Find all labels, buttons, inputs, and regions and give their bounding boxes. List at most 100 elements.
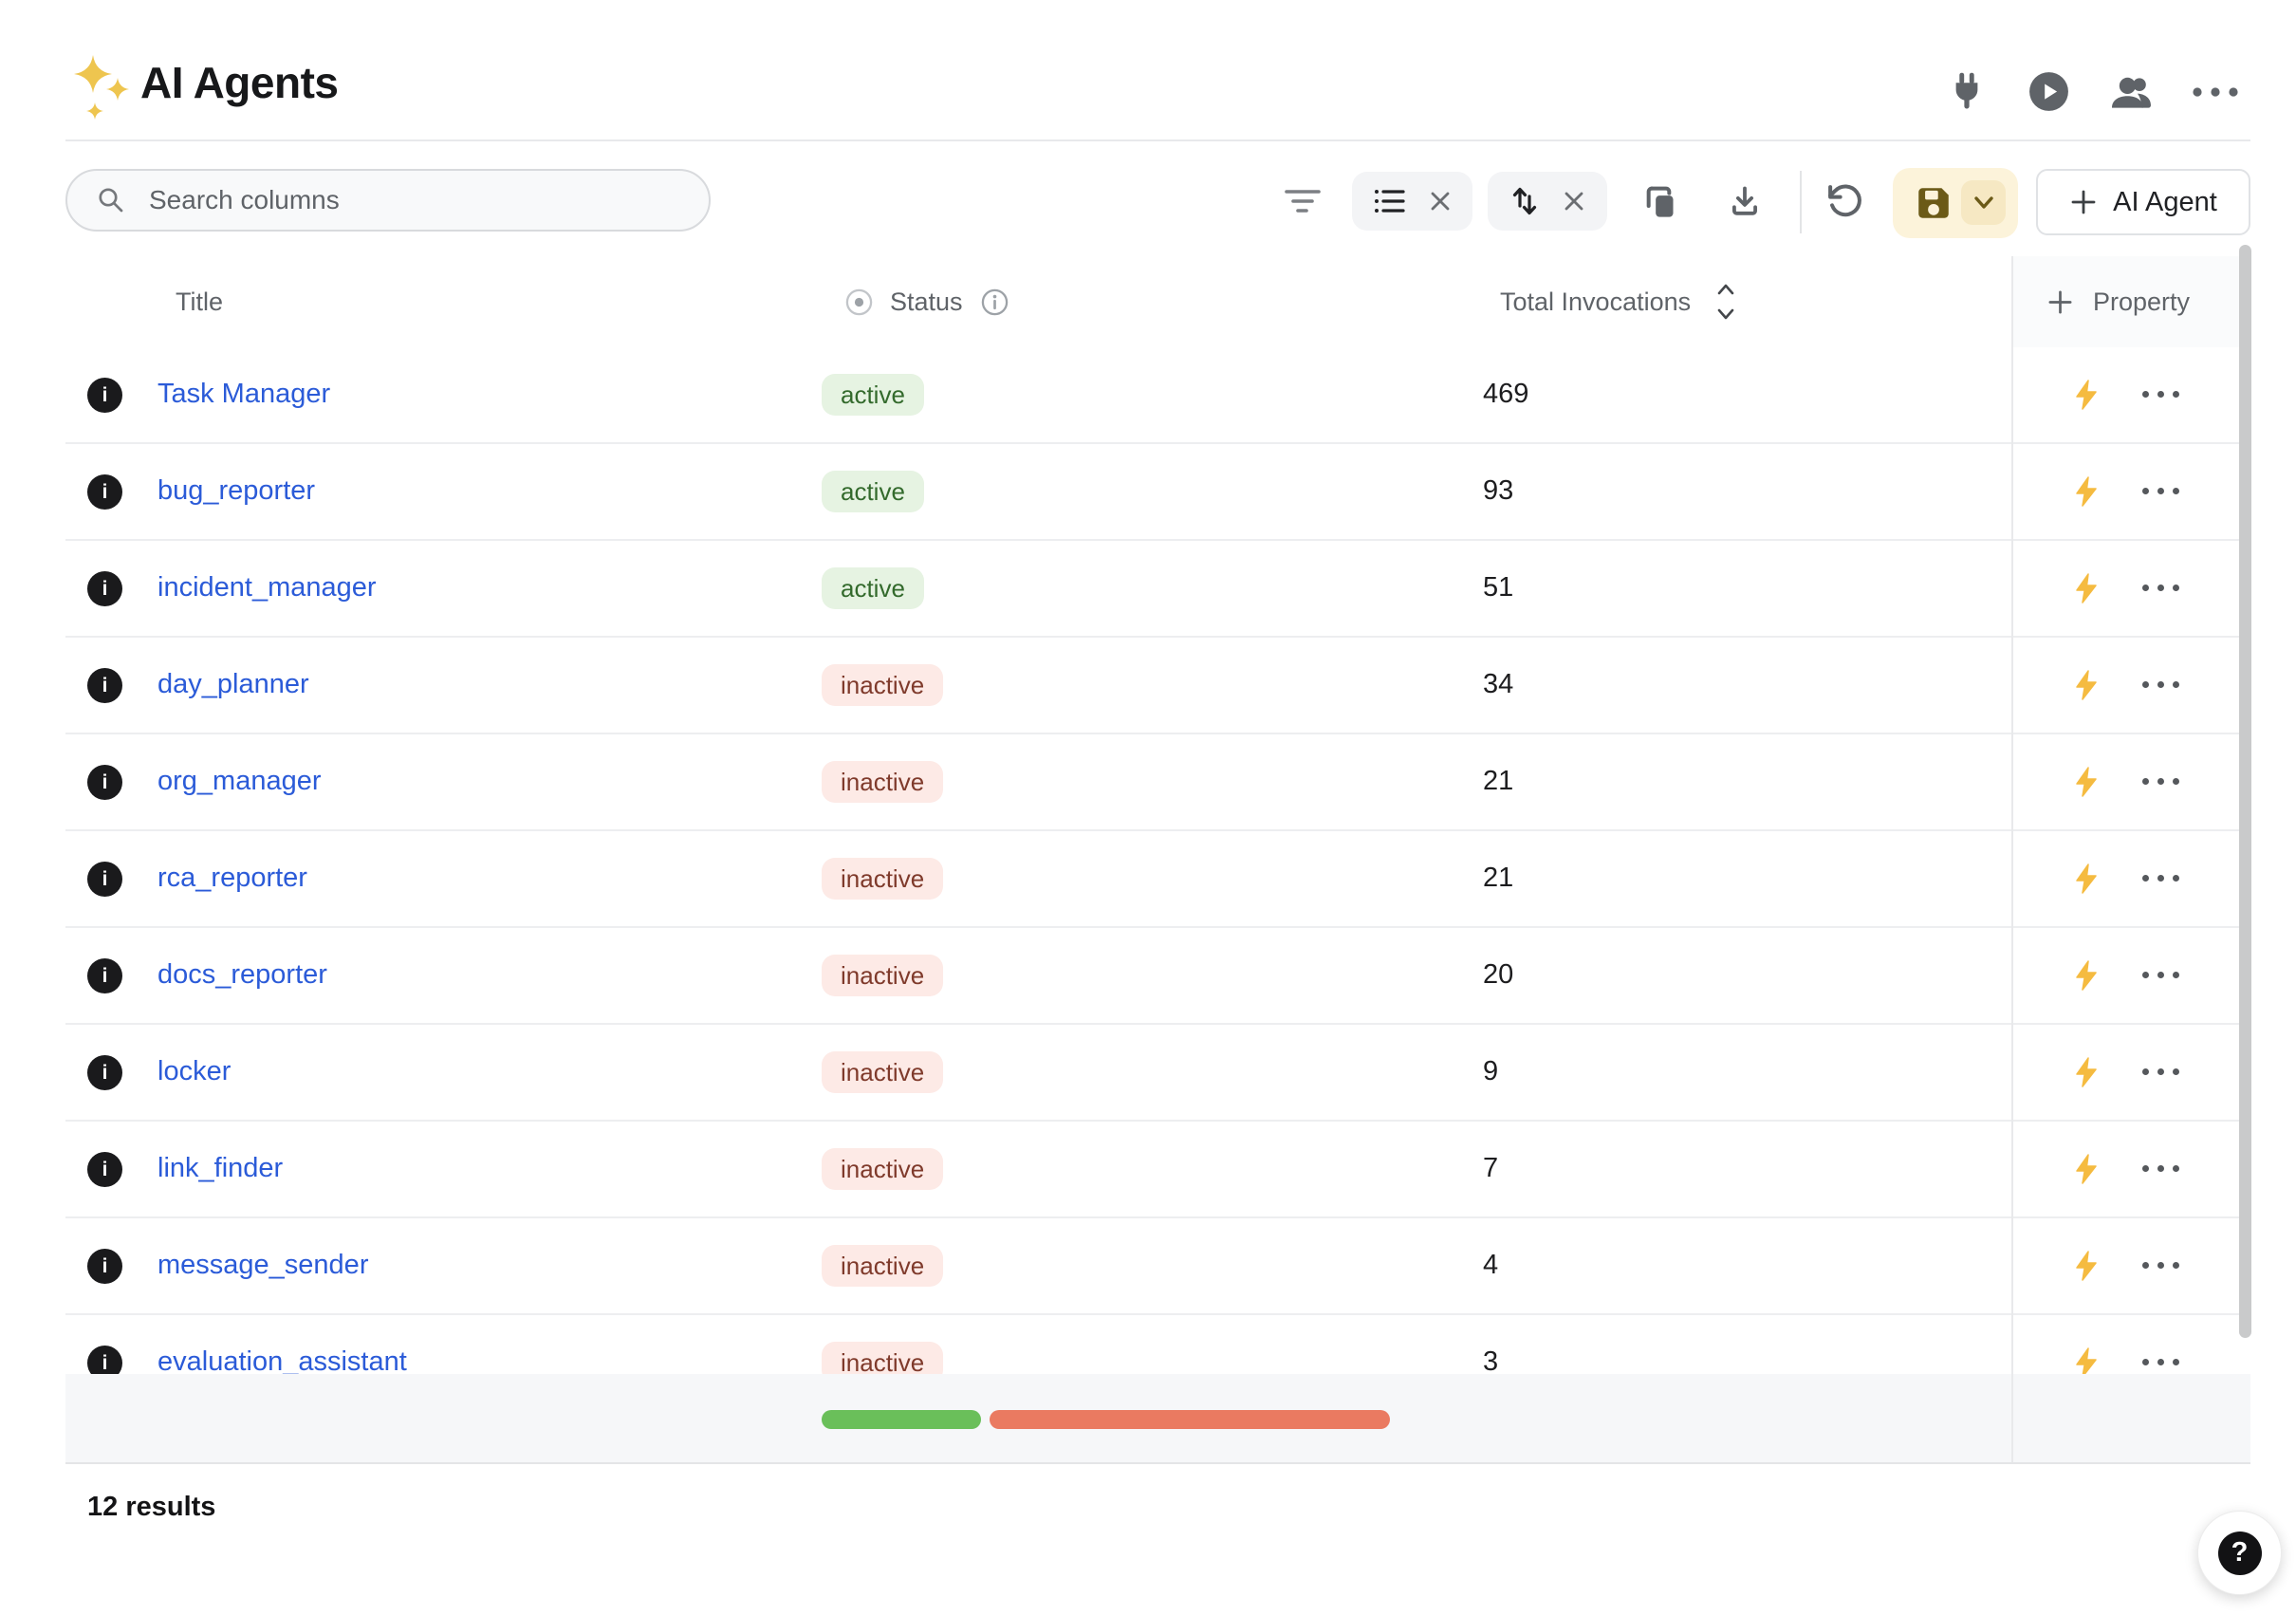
view-pill[interactable] — [1352, 172, 1472, 231]
header-divider — [65, 139, 2250, 141]
search-input[interactable] — [147, 184, 682, 216]
lightning-icon[interactable] — [2071, 863, 2102, 895]
summary-bar-active — [822, 1410, 981, 1429]
table-row: i message_sender inactive 4 — [65, 1218, 2250, 1315]
search-icon — [96, 185, 126, 215]
agent-title-link[interactable]: bug_reporter — [157, 444, 315, 537]
table-header: Title Status Total Invocations — [65, 256, 2250, 347]
status-summary-band — [65, 1374, 2250, 1462]
invocations-value: 4 — [1483, 1218, 1498, 1311]
lightning-icon[interactable] — [2071, 1250, 2102, 1282]
agent-title-link[interactable]: Task Manager — [157, 347, 330, 440]
undo-icon[interactable] — [1824, 181, 1864, 221]
list-icon — [1373, 185, 1407, 217]
row-info-icon[interactable]: i — [87, 862, 122, 897]
sort-pill[interactable] — [1488, 172, 1607, 231]
row-actions-ellipsis-icon[interactable] — [2142, 1359, 2179, 1365]
lightning-icon[interactable] — [2071, 1153, 2102, 1185]
status-badge: inactive — [822, 858, 943, 900]
agent-title-link[interactable]: link_finder — [157, 1122, 283, 1215]
add-ai-agent-button[interactable]: AI Agent — [2036, 169, 2250, 235]
pinned-column-divider — [2011, 256, 2013, 1462]
summary-bar-inactive — [990, 1410, 1390, 1429]
play-circle-icon[interactable] — [2028, 71, 2069, 112]
agent-title-link[interactable]: org_manager — [157, 734, 322, 827]
row-actions-ellipsis-icon[interactable] — [2142, 585, 2179, 591]
invocations-value: 9 — [1483, 1025, 1498, 1118]
table-row: i locker inactive 9 — [65, 1025, 2250, 1122]
table-row: i rca_reporter inactive 21 — [65, 831, 2250, 928]
status-badge: active — [822, 374, 924, 416]
column-header-title[interactable]: Title — [176, 256, 223, 347]
status-badge: inactive — [822, 664, 943, 706]
agent-title-link[interactable]: rca_reporter — [157, 831, 307, 924]
lightning-icon[interactable] — [2071, 572, 2102, 604]
more-ellipsis-icon[interactable] — [2190, 84, 2241, 101]
row-actions-ellipsis-icon[interactable] — [2142, 488, 2179, 494]
agent-title-link[interactable]: message_sender — [157, 1218, 368, 1311]
row-actions-ellipsis-icon[interactable] — [2142, 681, 2179, 688]
lightning-icon[interactable] — [2071, 1056, 2102, 1088]
table-row: i docs_reporter inactive 20 — [65, 928, 2250, 1025]
row-info-icon[interactable]: i — [87, 765, 122, 800]
lightning-icon[interactable] — [2071, 379, 2102, 411]
row-actions-ellipsis-icon[interactable] — [2142, 391, 2179, 398]
search-input-wrap[interactable] — [65, 169, 711, 232]
row-actions-ellipsis-icon[interactable] — [2142, 1068, 2179, 1075]
agent-title-link[interactable]: docs_reporter — [157, 928, 327, 1021]
invocations-value: 469 — [1483, 347, 1528, 440]
agent-title-link[interactable]: incident_manager — [157, 541, 377, 634]
invocations-value: 7 — [1483, 1122, 1498, 1215]
filter-icon[interactable] — [1283, 186, 1323, 218]
clear-x-icon[interactable] — [1562, 189, 1586, 213]
status-badge: active — [822, 567, 924, 609]
row-info-icon[interactable]: i — [87, 474, 122, 510]
row-actions-ellipsis-icon[interactable] — [2142, 972, 2179, 978]
row-info-icon[interactable]: i — [87, 1152, 122, 1187]
row-actions-ellipsis-icon[interactable] — [2142, 1262, 2179, 1269]
row-info-icon[interactable]: i — [87, 1055, 122, 1090]
sort-arrows-icon — [1509, 185, 1541, 217]
column-header-status[interactable]: Status — [890, 256, 963, 347]
invocations-value: 20 — [1483, 928, 1513, 1021]
column-header-invocations[interactable]: Total Invocations — [1500, 256, 1691, 347]
invocations-value: 51 — [1483, 541, 1513, 634]
row-actions-ellipsis-icon[interactable] — [2142, 875, 2179, 882]
lightning-icon[interactable] — [2071, 475, 2102, 508]
status-badge: inactive — [822, 761, 943, 803]
save-dropdown-toggle[interactable] — [1961, 180, 2006, 225]
row-info-icon[interactable]: i — [87, 1249, 122, 1284]
save-button[interactable] — [1893, 168, 2018, 238]
toolbar-divider — [1800, 171, 1802, 233]
row-info-icon[interactable]: i — [87, 571, 122, 606]
agent-title-link[interactable]: locker — [157, 1025, 231, 1118]
info-outline-icon[interactable] — [980, 256, 1009, 347]
table-row: i incident_manager active 51 — [65, 541, 2250, 638]
ai-agents-page: AI Agents — [0, 0, 2296, 1615]
status-badge: inactive — [822, 1245, 943, 1287]
agent-title-link[interactable]: day_planner — [157, 638, 309, 731]
lightning-icon[interactable] — [2071, 959, 2102, 992]
status-badge: inactive — [822, 955, 943, 996]
table-row: i org_manager inactive 21 — [65, 734, 2250, 831]
clear-x-icon[interactable] — [1428, 189, 1453, 213]
row-info-icon[interactable]: i — [87, 378, 122, 413]
row-info-icon[interactable]: i — [87, 958, 122, 993]
plug-icon[interactable] — [1947, 70, 1987, 112]
column-header-add-property[interactable]: Property — [2093, 256, 2190, 347]
lightning-icon[interactable] — [2071, 766, 2102, 798]
lightning-icon[interactable] — [2071, 669, 2102, 701]
plus-icon — [2046, 256, 2074, 347]
people-icon[interactable] — [2110, 76, 2157, 110]
row-actions-ellipsis-icon[interactable] — [2142, 1165, 2179, 1172]
help-button[interactable]: ? — [2197, 1511, 2282, 1595]
copy-icon[interactable] — [1642, 181, 1680, 221]
row-actions-ellipsis-icon[interactable] — [2142, 778, 2179, 785]
invocations-value: 21 — [1483, 734, 1513, 827]
download-icon[interactable] — [1727, 182, 1763, 220]
row-info-icon[interactable]: i — [87, 668, 122, 703]
vertical-scrollbar[interactable] — [2239, 245, 2251, 1338]
sparkles-icon — [70, 53, 137, 123]
sort-indicator-icon[interactable] — [1714, 256, 1737, 347]
table-row: i bug_reporter active 93 — [65, 444, 2250, 541]
